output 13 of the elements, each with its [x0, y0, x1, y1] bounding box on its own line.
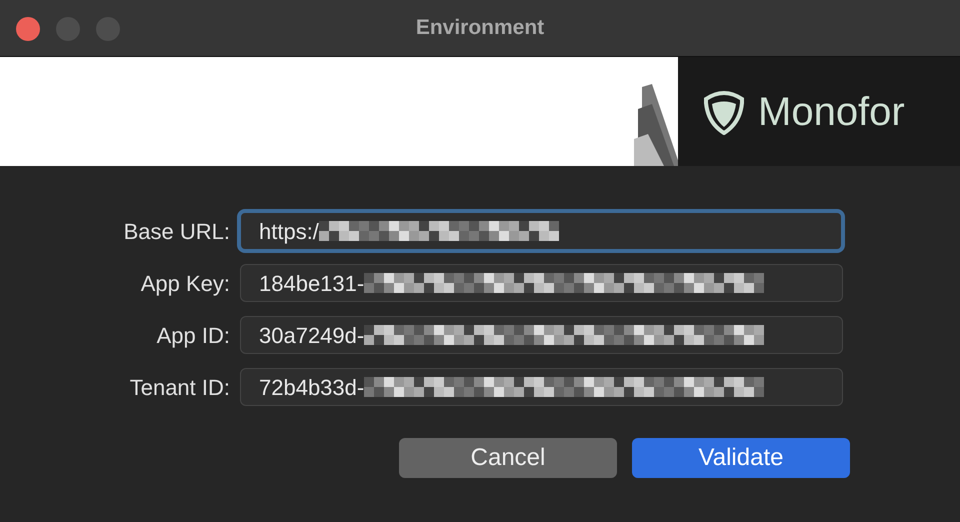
- field-label: App ID:: [156, 322, 231, 350]
- input-field[interactable]: 30a7249d-: [240, 316, 843, 354]
- window-title: Environment: [416, 15, 544, 42]
- brand-name: Monofor: [758, 92, 905, 132]
- input-field[interactable]: 72b4b33d-: [240, 368, 843, 406]
- validate-button[interactable]: Validate: [632, 438, 850, 478]
- field-label: Base URL:: [122, 218, 231, 246]
- field-label: App Key:: [140, 270, 231, 298]
- cancel-button[interactable]: Cancel: [399, 438, 617, 478]
- close-button[interactable]: [16, 17, 40, 41]
- input-field[interactable]: 184be131-: [240, 264, 843, 302]
- field-label: Tenant ID:: [128, 374, 231, 402]
- input-field[interactable]: https:/: [237, 209, 845, 253]
